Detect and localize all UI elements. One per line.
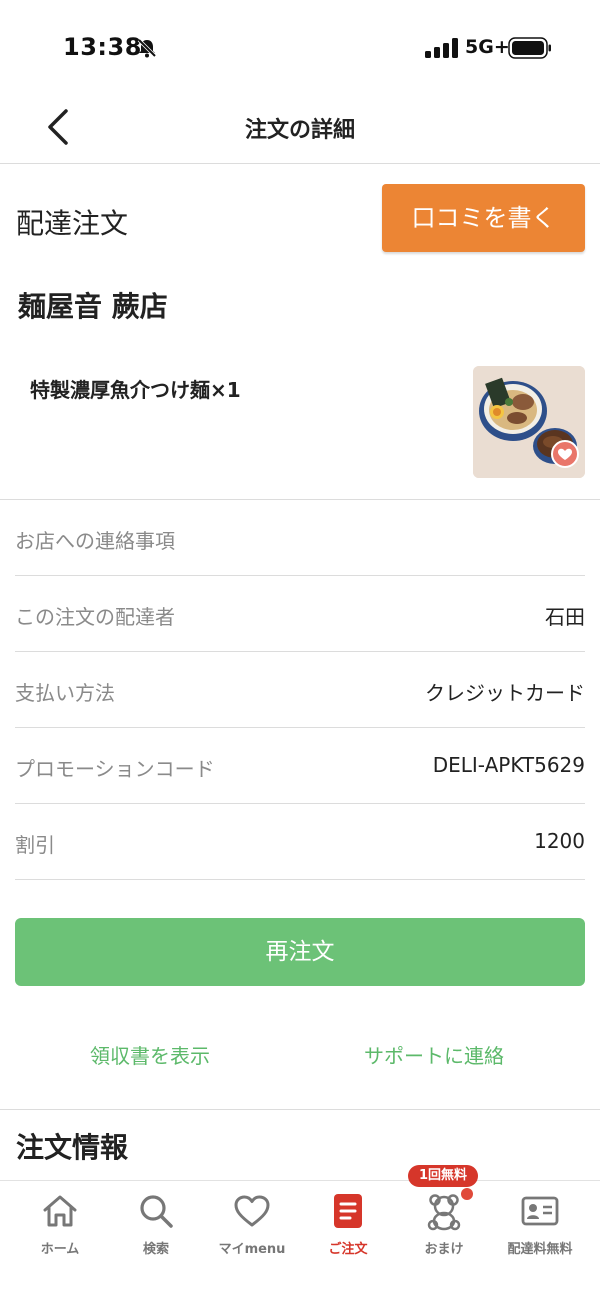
bear-icon (427, 1194, 461, 1231)
battery-icon (508, 37, 551, 59)
order-info-title: 注文情報 (16, 1131, 129, 1164)
signal-icon (425, 38, 458, 58)
search-icon (140, 1195, 173, 1228)
detail-value: クレジットカード (425, 681, 585, 705)
reorder-button[interactable]: 再注文 (15, 918, 585, 986)
free-promo-badge: 1回無料 (408, 1165, 478, 1187)
detail-value: DELI-APKT5629 (432, 753, 585, 777)
page-title: 注文の詳細 (244, 118, 355, 143)
tab-label: マイmenu (218, 1242, 286, 1257)
view-receipt-link[interactable]: 領収書を表示 (90, 1040, 210, 1069)
nav-header: 注文の詳細 (0, 90, 600, 164)
tab-orders[interactable]: ご注文 (300, 1181, 396, 1271)
id-card-icon (521, 1196, 559, 1226)
tab-label: ホーム (40, 1242, 80, 1257)
tab-home[interactable]: ホーム (12, 1181, 108, 1271)
tab-search[interactable]: 検索 (108, 1181, 204, 1271)
detail-row-discount: 割引 1200 (15, 804, 585, 880)
section-divider (0, 1109, 600, 1110)
tab-label: 検索 (142, 1242, 169, 1257)
detail-row-store-note[interactable]: お店への連絡事項 (15, 500, 585, 576)
detail-label: この注文の配達者 (15, 605, 175, 629)
bell-muted-icon (137, 38, 157, 58)
network-label: 5G+ (465, 36, 510, 58)
tab-my-menu[interactable]: マイmenu (204, 1181, 300, 1271)
detail-value: 石田 (545, 605, 585, 629)
tab-label: おまけ (424, 1242, 464, 1257)
detail-row-promo-code: プロモーションコード DELI-APKT5629 (15, 728, 585, 804)
detail-label: 支払い方法 (15, 681, 115, 705)
detail-label: プロモーションコード (15, 757, 215, 781)
tab-bonus[interactable]: おまけ (396, 1181, 492, 1271)
write-review-button[interactable]: 口コミを書く (382, 184, 585, 252)
tab-label: ご注文 (328, 1242, 368, 1257)
detail-value: 1200 (534, 829, 585, 853)
status-time: 13:38 (63, 33, 142, 61)
detail-label: 割引 (15, 833, 55, 857)
order-type-label: 配達注文 (16, 207, 129, 240)
home-icon (43, 1195, 77, 1227)
status-bar: 13:38 5G+ (0, 0, 600, 90)
favorite-badge[interactable] (551, 440, 579, 468)
tab-free-delivery[interactable]: 配達料無料 (492, 1181, 588, 1271)
detail-row-courier: この注文の配達者 石田 (15, 576, 585, 652)
tab-bar: ホーム 検索 マイmenu ご注文 おまけ 配達料無料 (0, 1180, 600, 1304)
shop-name: 麺屋音 蕨店 (18, 290, 168, 323)
detail-row-payment: 支払い方法 クレジットカード (15, 652, 585, 728)
heart-icon (234, 1195, 270, 1227)
contact-support-link[interactable]: サポートに連絡 (364, 1040, 504, 1069)
notification-dot (461, 1188, 473, 1200)
order-icon (334, 1194, 362, 1228)
heart-icon (558, 448, 572, 460)
ordered-item: 特製濃厚魚介つけ麺×1 (30, 378, 241, 402)
tab-label: 配達料無料 (507, 1242, 573, 1257)
detail-label: お店への連絡事項 (15, 529, 175, 553)
